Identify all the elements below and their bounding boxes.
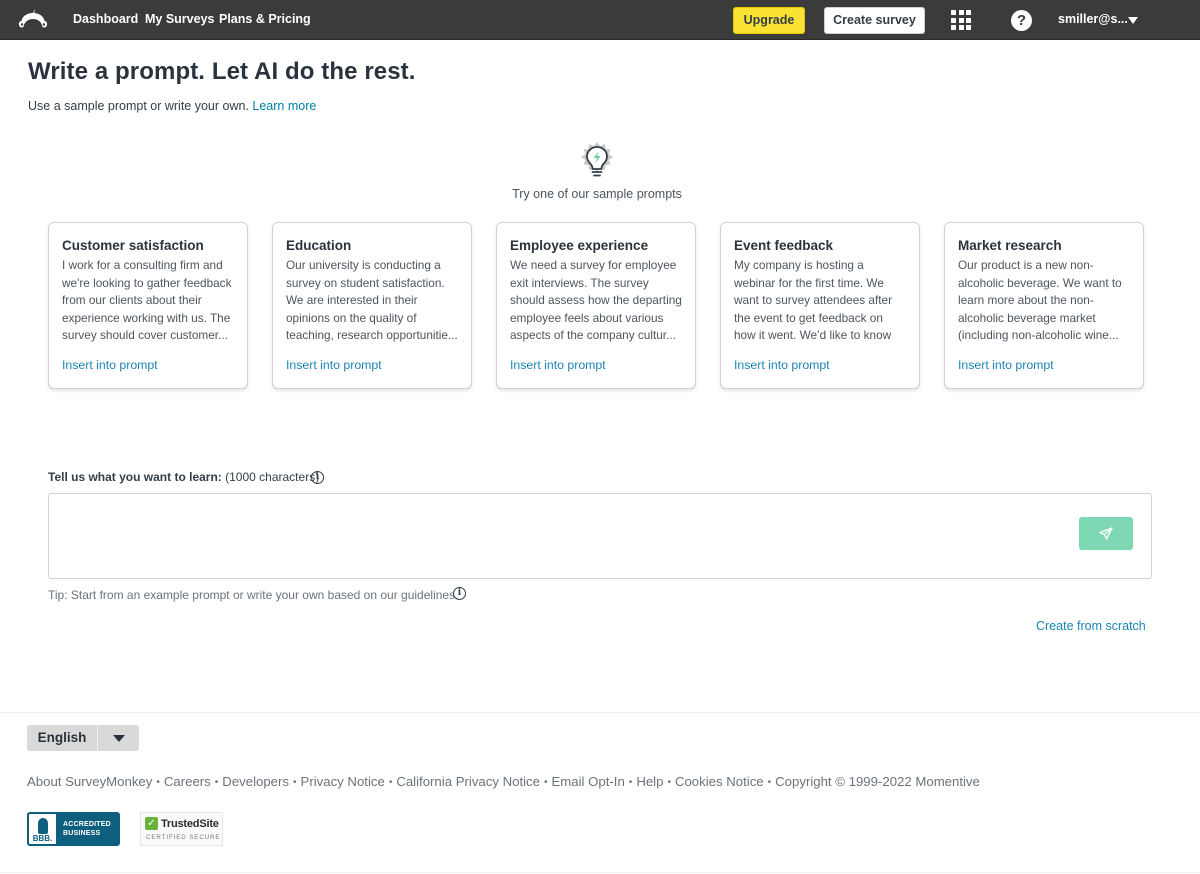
footer-link-california-privacy[interactable]: California Privacy Notice <box>396 774 540 789</box>
language-selected: English <box>27 725 98 751</box>
separator: • <box>388 777 393 788</box>
bbb-accredited-badge[interactable]: BBB. ACCREDITED BUSINESS <box>27 812 120 846</box>
trustedsite-name: TrustedSite <box>161 817 219 830</box>
trustedsite-badge[interactable]: ✓ TrustedSite CERTIFIED SECURE <box>140 812 223 846</box>
surveymonkey-logo-icon[interactable] <box>18 8 48 32</box>
prompt-input[interactable] <box>57 502 1067 570</box>
separator: • <box>156 777 160 788</box>
language-select[interactable]: English <box>27 725 139 751</box>
bbb-line1: ACCREDITED <box>63 821 111 828</box>
paper-plane-icon <box>1099 527 1113 540</box>
sample-card-event-feedback: Event feedback My company is hosting a w… <box>720 222 920 389</box>
account-menu[interactable]: smiller@s... <box>1058 12 1128 26</box>
help-icon[interactable]: ? <box>1011 10 1032 31</box>
card-title: Event feedback <box>734 238 834 253</box>
send-button[interactable] <box>1079 517 1133 550</box>
learn-more-link[interactable]: Learn more <box>252 99 316 113</box>
trustedsite-header: ✓ TrustedSite <box>141 813 222 830</box>
sample-card-employee-experience: Employee experience We need a survey for… <box>496 222 696 389</box>
card-text: Our university is conducting a survey on… <box>286 258 458 342</box>
card-title: Customer satisfaction <box>62 238 204 253</box>
caret-down-icon <box>112 734 125 742</box>
top-nav: Dashboard My Surveys Plans & Pricing Upg… <box>0 0 1200 40</box>
bbb-line2: BUSINESS <box>63 829 101 837</box>
card-text: I work for a consulting firm and we're l… <box>62 258 232 342</box>
insert-into-prompt-link[interactable]: Insert into prompt <box>62 358 235 372</box>
prompt-label-text: Tell us what you want to learn: <box>48 470 222 484</box>
footer-link-developers[interactable]: Developers <box>222 774 289 789</box>
subtitle-text: Use a sample prompt or write your own. <box>28 99 249 113</box>
card-title: Employee experience <box>510 238 649 253</box>
prompt-char-limit: (1000 characters) <box>225 470 320 484</box>
bottom-divider <box>0 872 1200 873</box>
nav-dashboard[interactable]: Dashboard <box>73 12 138 26</box>
copyright: Copyright © 1999-2022 Momentive <box>775 774 980 789</box>
page-title: Write a prompt. Let AI do the rest. <box>28 58 416 85</box>
lightbulb-icon <box>581 142 613 177</box>
footer-links: About SurveyMonkey • Careers • Developers • Pr… <box>27 774 980 789</box>
prompt-box <box>48 493 1152 579</box>
language-dropdown-toggle[interactable] <box>98 725 139 751</box>
bbb-logo-icon: BBB. <box>27 812 58 846</box>
sample-prompts-intro: Try one of our sample prompts <box>512 187 682 201</box>
insert-into-prompt-link[interactable]: Insert into prompt <box>510 358 683 372</box>
card-title: Education <box>286 238 352 253</box>
footer-link-careers[interactable]: Careers <box>164 774 211 789</box>
footer-divider <box>0 712 1200 713</box>
nav-my-surveys[interactable]: My Surveys <box>145 12 214 26</box>
footer-link-privacy[interactable]: Privacy Notice <box>301 774 385 789</box>
sample-card-customer-satisfaction: Customer satisfaction I work for a consu… <box>48 222 248 389</box>
footer-link-about[interactable]: About SurveyMonkey <box>27 774 152 789</box>
nav-plans-pricing[interactable]: Plans & Pricing <box>219 12 311 26</box>
create-from-scratch-link[interactable]: Create from scratch <box>1036 619 1146 633</box>
prompt-label: Tell us what you want to learn: (1000 ch… <box>48 470 319 484</box>
upgrade-button[interactable]: Upgrade <box>733 7 805 34</box>
sample-card-market-research: Market research Our product is a new non… <box>944 222 1144 389</box>
separator: • <box>767 777 772 788</box>
separator: • <box>214 777 219 788</box>
footer-link-email-opt-in[interactable]: Email Opt-In <box>552 774 625 789</box>
bbb-torch-icon <box>37 818 48 834</box>
separator: • <box>667 777 671 788</box>
apps-grid-icon[interactable] <box>951 10 972 31</box>
card-text: My company is hosting a webinar for the … <box>734 258 893 342</box>
insert-into-prompt-link[interactable]: Insert into prompt <box>734 358 907 372</box>
card-text: We need a survey for employee exit inter… <box>510 258 682 342</box>
chevron-down-icon[interactable] <box>1128 17 1138 24</box>
footer-link-help[interactable]: Help <box>636 774 663 789</box>
checkmark-icon: ✓ <box>145 817 158 830</box>
insert-into-prompt-link[interactable]: Insert into prompt <box>958 358 1131 372</box>
trustedsite-sub: CERTIFIED SECURE <box>146 834 221 841</box>
separator: • <box>293 777 297 788</box>
card-text: Our product is a new non-alcoholic bever… <box>958 258 1122 342</box>
page-subtitle: Use a sample prompt or write your own. L… <box>28 99 316 113</box>
prompt-tip: Tip: Start from an example prompt or wri… <box>48 588 459 602</box>
info-icon[interactable]: i <box>311 471 324 484</box>
sample-card-education: Education Our university is conducting a… <box>272 222 472 389</box>
bbb-mark: BBB. <box>32 834 53 843</box>
separator: • <box>543 777 548 788</box>
insert-into-prompt-link[interactable]: Insert into prompt <box>286 358 459 372</box>
info-icon[interactable]: i <box>453 587 466 600</box>
card-title: Market research <box>958 238 1062 253</box>
separator: • <box>628 777 633 788</box>
bbb-text: ACCREDITED BUSINESS <box>58 812 120 846</box>
create-survey-button[interactable]: Create survey <box>824 7 925 34</box>
footer-link-cookies[interactable]: Cookies Notice <box>675 774 764 789</box>
